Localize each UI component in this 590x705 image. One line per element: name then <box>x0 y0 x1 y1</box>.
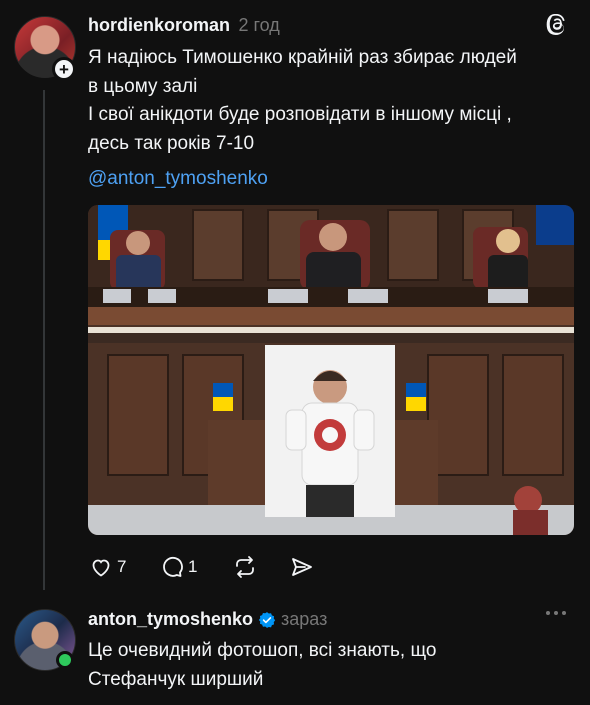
more-icon[interactable] <box>546 611 566 615</box>
post-text-line: І свої анікдоти буде розповідати в іншом… <box>88 104 512 125</box>
online-status-indicator <box>56 651 74 669</box>
post-body: Я надіюсь Тимошенко крайній раз збирає л… <box>88 44 578 194</box>
post-text-line: в цьому залі <box>88 75 198 97</box>
mention-link[interactable]: @anton_tymoshenko <box>88 165 578 194</box>
thread-line <box>43 90 45 590</box>
comment-button[interactable]: 1 <box>160 555 197 579</box>
share-icon <box>292 558 312 576</box>
post-image[interactable] <box>88 205 574 535</box>
post-header: hordienkoroman 2 год <box>88 15 280 36</box>
threads-logo-icon[interactable] <box>545 14 569 38</box>
like-button[interactable]: 7 <box>89 555 126 579</box>
reply-text-line: Стефанчук ширший <box>88 668 264 690</box>
heart-icon <box>92 559 110 577</box>
reply-text-line: Це очевидний фотошоп, всі знають, що <box>88 640 437 661</box>
post-text-line: десь так років 7-10 <box>88 132 255 154</box>
post-text-line: Я надіюсь Тимошенко крайній раз збирає л… <box>88 47 517 68</box>
post-timestamp: 2 год <box>238 15 280 35</box>
reply-body: Це очевидний фотошоп, всі знають, що Сте… <box>88 637 568 694</box>
comment-icon <box>163 556 183 577</box>
reply-count: 1 <box>188 557 198 576</box>
share-button[interactable] <box>289 555 315 579</box>
reply-timestamp: зараз <box>281 609 328 629</box>
reply-header: anton_tymoshenko зараз <box>88 609 327 630</box>
repost-icon <box>236 556 254 578</box>
like-count: 7 <box>117 557 127 576</box>
parliament-photo <box>88 205 574 535</box>
follow-plus-icon[interactable]: + <box>52 57 76 81</box>
reply-username[interactable]: anton_tymoshenko <box>88 609 253 630</box>
post-username[interactable]: hordienkoroman <box>88 15 230 35</box>
repost-button[interactable] <box>232 555 258 579</box>
verified-badge-icon <box>258 611 276 628</box>
